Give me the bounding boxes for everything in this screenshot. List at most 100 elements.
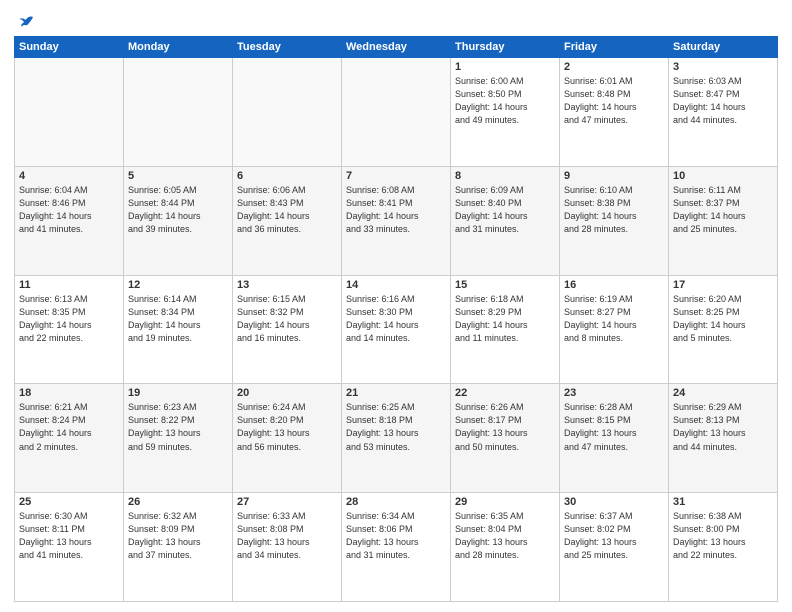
- day-number: 7: [346, 170, 446, 182]
- calendar-cell: 15 Sunrise: 6:18 AMSunset: 8:29 PMDayligh…: [451, 275, 560, 384]
- day-detail: Sunrise: 6:16 AMSunset: 8:30 PMDaylight:…: [346, 293, 446, 345]
- calendar-col-thursday: Thursday: [451, 37, 560, 58]
- calendar-col-monday: Monday: [124, 37, 233, 58]
- day-number: 13: [237, 279, 337, 291]
- day-number: 2: [564, 61, 664, 73]
- day-detail: Sunrise: 6:35 AMSunset: 8:04 PMDaylight:…: [455, 510, 555, 562]
- calendar-cell: 13 Sunrise: 6:15 AMSunset: 8:32 PMDayligh…: [233, 275, 342, 384]
- day-number: 18: [19, 387, 119, 399]
- day-detail: Sunrise: 6:05 AMSunset: 8:44 PMDaylight:…: [128, 184, 228, 236]
- header: [14, 10, 778, 30]
- day-detail: Sunrise: 6:11 AMSunset: 8:37 PMDaylight:…: [673, 184, 773, 236]
- logo: [14, 14, 36, 30]
- day-number: 29: [455, 496, 555, 508]
- day-number: 15: [455, 279, 555, 291]
- logo-bird-icon: [18, 14, 36, 32]
- day-number: 22: [455, 387, 555, 399]
- day-detail: Sunrise: 6:14 AMSunset: 8:34 PMDaylight:…: [128, 293, 228, 345]
- calendar-cell: 12 Sunrise: 6:14 AMSunset: 8:34 PMDayligh…: [124, 275, 233, 384]
- day-detail: Sunrise: 6:30 AMSunset: 8:11 PMDaylight:…: [19, 510, 119, 562]
- day-detail: Sunrise: 6:04 AMSunset: 8:46 PMDaylight:…: [19, 184, 119, 236]
- day-detail: Sunrise: 6:01 AMSunset: 8:48 PMDaylight:…: [564, 75, 664, 127]
- day-detail: Sunrise: 6:34 AMSunset: 8:06 PMDaylight:…: [346, 510, 446, 562]
- calendar-cell: 6Sunrise: 6:06 AMSunset: 8:43 PMDaylight…: [233, 166, 342, 275]
- day-number: 20: [237, 387, 337, 399]
- calendar-col-tuesday: Tuesday: [233, 37, 342, 58]
- calendar-week-row: 11Sunrise: 6:13 AMSunset: 8:35 PMDayligh…: [15, 275, 778, 384]
- day-detail: Sunrise: 6:33 AMSunset: 8:08 PMDaylight:…: [237, 510, 337, 562]
- calendar-cell: 24 Sunrise: 6:29 AMSunset: 8:13 PMDayligh…: [669, 384, 778, 493]
- calendar-cell: 4Sunrise: 6:04 AMSunset: 8:46 PMDaylight…: [15, 166, 124, 275]
- day-number: 19: [128, 387, 228, 399]
- calendar-cell: [233, 58, 342, 167]
- day-detail: Sunrise: 6:13 AMSunset: 8:35 PMDaylight:…: [19, 293, 119, 345]
- calendar-cell: 1 Sunrise: 6:00 AMSunset: 8:50 PMDaylight…: [451, 58, 560, 167]
- day-number: 8: [455, 170, 555, 182]
- day-number: 9: [564, 170, 664, 182]
- calendar-cell: 7 Sunrise: 6:08 AMSunset: 8:41 PMDaylight…: [342, 166, 451, 275]
- day-detail: Sunrise: 6:09 AMSunset: 8:40 PMDaylight:…: [455, 184, 555, 236]
- calendar-cell: [124, 58, 233, 167]
- day-detail: Sunrise: 6:25 AMSunset: 8:18 PMDaylight:…: [346, 401, 446, 453]
- day-number: 3: [673, 61, 773, 73]
- day-number: 23: [564, 387, 664, 399]
- calendar-cell: 11Sunrise: 6:13 AMSunset: 8:35 PMDayligh…: [15, 275, 124, 384]
- calendar-col-wednesday: Wednesday: [342, 37, 451, 58]
- day-detail: Sunrise: 6:24 AMSunset: 8:20 PMDaylight:…: [237, 401, 337, 453]
- calendar-cell: 20 Sunrise: 6:24 AMSunset: 8:20 PMDayligh…: [233, 384, 342, 493]
- day-number: 26: [128, 496, 228, 508]
- calendar-cell: 5 Sunrise: 6:05 AMSunset: 8:44 PMDaylight…: [124, 166, 233, 275]
- calendar-cell: 19 Sunrise: 6:23 AMSunset: 8:22 PMDayligh…: [124, 384, 233, 493]
- calendar-week-row: 4Sunrise: 6:04 AMSunset: 8:46 PMDaylight…: [15, 166, 778, 275]
- day-detail: Sunrise: 6:28 AMSunset: 8:15 PMDaylight:…: [564, 401, 664, 453]
- day-number: 17: [673, 279, 773, 291]
- calendar-col-friday: Friday: [560, 37, 669, 58]
- calendar-cell: 8 Sunrise: 6:09 AMSunset: 8:40 PMDaylight…: [451, 166, 560, 275]
- calendar-cell: 22 Sunrise: 6:26 AMSunset: 8:17 PMDayligh…: [451, 384, 560, 493]
- day-detail: Sunrise: 6:15 AMSunset: 8:32 PMDaylight:…: [237, 293, 337, 345]
- day-number: 1: [455, 61, 555, 73]
- day-detail: Sunrise: 6:20 AMSunset: 8:25 PMDaylight:…: [673, 293, 773, 345]
- calendar-cell: 9 Sunrise: 6:10 AMSunset: 8:38 PMDaylight…: [560, 166, 669, 275]
- calendar-cell: [15, 58, 124, 167]
- day-detail: Sunrise: 6:18 AMSunset: 8:29 PMDaylight:…: [455, 293, 555, 345]
- calendar-col-sunday: Sunday: [15, 37, 124, 58]
- calendar-cell: 30 Sunrise: 6:37 AMSunset: 8:02 PMDayligh…: [560, 493, 669, 602]
- calendar-cell: 26 Sunrise: 6:32 AMSunset: 8:09 PMDayligh…: [124, 493, 233, 602]
- day-detail: Sunrise: 6:23 AMSunset: 8:22 PMDaylight:…: [128, 401, 228, 453]
- calendar-cell: [342, 58, 451, 167]
- calendar-cell: 29 Sunrise: 6:35 AMSunset: 8:04 PMDayligh…: [451, 493, 560, 602]
- calendar-cell: 3Sunrise: 6:03 AMSunset: 8:47 PMDaylight…: [669, 58, 778, 167]
- calendar-cell: 18 Sunrise: 6:21 AMSunset: 8:24 PMDayligh…: [15, 384, 124, 493]
- calendar-cell: 27Sunrise: 6:33 AMSunset: 8:08 PMDayligh…: [233, 493, 342, 602]
- calendar-cell: 16Sunrise: 6:19 AMSunset: 8:27 PMDayligh…: [560, 275, 669, 384]
- day-number: 24: [673, 387, 773, 399]
- day-number: 21: [346, 387, 446, 399]
- day-detail: Sunrise: 6:26 AMSunset: 8:17 PMDaylight:…: [455, 401, 555, 453]
- day-detail: Sunrise: 6:10 AMSunset: 8:38 PMDaylight:…: [564, 184, 664, 236]
- day-number: 30: [564, 496, 664, 508]
- day-detail: Sunrise: 6:06 AMSunset: 8:43 PMDaylight:…: [237, 184, 337, 236]
- calendar-week-row: 25 Sunrise: 6:30 AMSunset: 8:11 PMDayligh…: [15, 493, 778, 602]
- calendar-header-row: SundayMondayTuesdayWednesdayThursdayFrid…: [15, 37, 778, 58]
- calendar-cell: 25 Sunrise: 6:30 AMSunset: 8:11 PMDayligh…: [15, 493, 124, 602]
- day-detail: Sunrise: 6:00 AMSunset: 8:50 PMDaylight:…: [455, 75, 555, 127]
- calendar-cell: 28 Sunrise: 6:34 AMSunset: 8:06 PMDayligh…: [342, 493, 451, 602]
- calendar-col-saturday: Saturday: [669, 37, 778, 58]
- day-detail: Sunrise: 6:21 AMSunset: 8:24 PMDaylight:…: [19, 401, 119, 453]
- day-detail: Sunrise: 6:37 AMSunset: 8:02 PMDaylight:…: [564, 510, 664, 562]
- day-number: 25: [19, 496, 119, 508]
- day-detail: Sunrise: 6:32 AMSunset: 8:09 PMDaylight:…: [128, 510, 228, 562]
- day-detail: Sunrise: 6:08 AMSunset: 8:41 PMDaylight:…: [346, 184, 446, 236]
- day-number: 16: [564, 279, 664, 291]
- day-detail: Sunrise: 6:38 AMSunset: 8:00 PMDaylight:…: [673, 510, 773, 562]
- day-number: 28: [346, 496, 446, 508]
- day-number: 31: [673, 496, 773, 508]
- day-number: 12: [128, 279, 228, 291]
- day-number: 5: [128, 170, 228, 182]
- calendar-cell: 23 Sunrise: 6:28 AMSunset: 8:15 PMDayligh…: [560, 384, 669, 493]
- day-number: 10: [673, 170, 773, 182]
- day-detail: Sunrise: 6:29 AMSunset: 8:13 PMDaylight:…: [673, 401, 773, 453]
- calendar-cell: 21 Sunrise: 6:25 AMSunset: 8:18 PMDayligh…: [342, 384, 451, 493]
- calendar-cell: 31 Sunrise: 6:38 AMSunset: 8:00 PMDayligh…: [669, 493, 778, 602]
